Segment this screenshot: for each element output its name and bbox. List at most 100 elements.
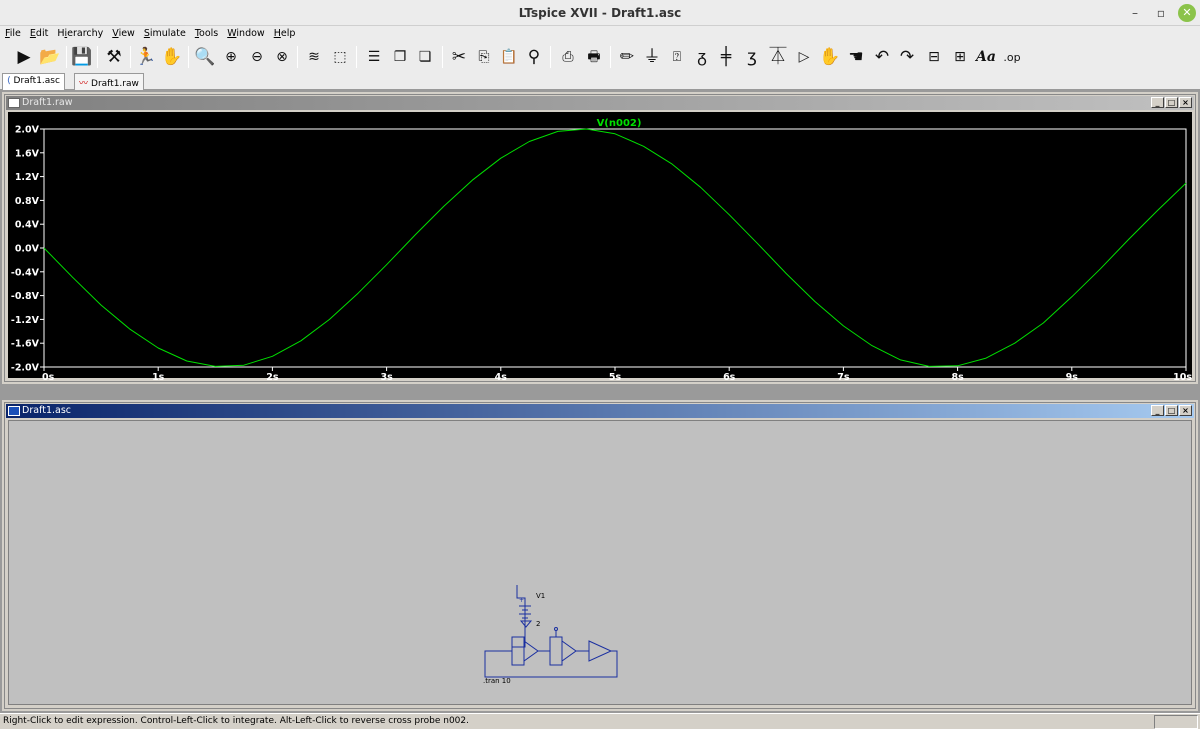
save-icon[interactable]: 💾 — [70, 45, 94, 69]
toolbar-separator — [130, 46, 131, 68]
inductor-icon[interactable]: ʒ — [740, 45, 764, 69]
ground-icon[interactable]: ⏚ — [640, 45, 664, 69]
x-tick-label: 6s — [723, 372, 736, 382]
wire[interactable] — [512, 621, 526, 648]
waveform-window-title: Draft1.raw — [22, 97, 73, 108]
component-icon[interactable]: ▷ — [792, 45, 816, 69]
menu-item-simulate[interactable]: Simulate — [139, 27, 190, 39]
status-panel — [1154, 715, 1198, 729]
schematic-canvas[interactable]: + V1 2 .tran 10 — [8, 420, 1192, 705]
maximize-button[interactable]: ▫ — [1152, 4, 1170, 22]
close-button[interactable]: × — [1179, 405, 1192, 416]
y-tick-label: -0.8V — [11, 291, 40, 302]
plot-frame — [43, 128, 1187, 368]
minimize-button[interactable]: – — [1126, 4, 1144, 22]
capacitor-icon[interactable]: ╪ — [714, 45, 738, 69]
schematic-window-titlebar[interactable]: Draft1.asc _ □ × — [6, 404, 1194, 418]
new-schematic-icon[interactable]: ▶ — [12, 45, 36, 69]
find-icon[interactable]: ⚲ — [522, 45, 546, 69]
print-preview-icon[interactable]: ⎙ — [556, 45, 580, 69]
tile-horizontal-icon[interactable]: ☰ — [362, 45, 386, 69]
tab-draft1-asc[interactable]: ⟨ Draft1.asc — [2, 73, 65, 90]
x-tick-label: 0s — [42, 372, 55, 382]
waveform-window-titlebar[interactable]: Draft1.raw _ □ × — [6, 96, 1194, 110]
draw-wire-icon[interactable]: ✏ — [615, 45, 639, 69]
feedback-wire[interactable] — [484, 650, 618, 678]
close-button[interactable]: × — [1179, 97, 1192, 108]
y-tick-label: 1.6V — [15, 148, 40, 159]
tran-directive[interactable]: .tran 10 — [483, 677, 511, 685]
menu-item-edit[interactable]: Edit — [25, 27, 52, 39]
status-bar: Right-Click to edit expression. Control-… — [0, 713, 1200, 729]
waveform-plot[interactable]: 2.0V 1.6V 1.2V 0.8V 0.4V 0.0V -0.4V -0.8V -1.2V -… — [8, 112, 1192, 382]
toolbar-separator — [188, 46, 189, 68]
close-button[interactable]: ✕ — [1178, 4, 1196, 22]
menu-item-view[interactable]: View — [107, 27, 139, 39]
inverter-buffer[interactable] — [588, 640, 613, 662]
resistor-icon[interactable]: ᵹ — [690, 45, 714, 69]
minimize-button[interactable]: _ — [1151, 405, 1164, 416]
rotate-icon[interactable]: ⊟ — [922, 45, 946, 69]
toolbar-separator — [66, 46, 67, 68]
menu-item-hierarchy[interactable]: Hierarchy — [52, 27, 107, 39]
menu-item-file[interactable]: File — [0, 27, 25, 39]
paste-icon[interactable]: 📋 — [497, 45, 521, 69]
schematic-icon: ⟨ — [7, 76, 11, 86]
integrator-block-1[interactable] — [511, 636, 525, 666]
toolbar-separator — [610, 46, 611, 68]
toolbar: ▶ 📂 💾 ⚒ 🏃 ✋ 🔍 ⊕ ⊖ ⊗ ≋ ⬚ ☰ ❐ ❏ ✂ ⎘ 📋 ⚲ ⎙ … — [0, 42, 1200, 72]
waveform-window[interactable]: Draft1.raw _ □ × 2.0V 1.6V 1.2V 0.8V 0.4V 0.0… — [2, 92, 1198, 384]
delete-plot-icon[interactable]: ⬚ — [328, 45, 352, 69]
status-message: Right-Click to edit expression. Control-… — [3, 716, 469, 726]
opamp-2[interactable] — [561, 640, 577, 662]
print-icon[interactable]: 🖶 — [582, 45, 606, 69]
minimize-button[interactable]: _ — [1151, 97, 1164, 108]
zoom-in-icon[interactable]: 🔍 — [193, 45, 217, 69]
cascade-windows-icon[interactable]: ❐ — [388, 45, 412, 69]
x-tick-label: 2s — [266, 372, 279, 382]
pan-icon[interactable]: ⊕ — [219, 45, 243, 69]
text-icon[interactable]: Aa — [974, 45, 998, 69]
move-icon[interactable]: ✋ — [818, 45, 842, 69]
zoom-out-icon[interactable]: ⊖ — [245, 45, 269, 69]
run-simulation-icon[interactable]: 🏃 — [134, 45, 158, 69]
close-windows-icon[interactable]: ❏ — [413, 45, 437, 69]
halt-simulation-icon[interactable]: ✋ — [160, 45, 184, 69]
tab-draft1-raw[interactable]: 〰 Draft1.raw — [74, 73, 144, 90]
restore-button[interactable]: □ — [1165, 405, 1178, 416]
schematic-window[interactable]: Draft1.asc _ □ × + V1 2 .tran 10 — [2, 400, 1198, 711]
restore-button[interactable]: □ — [1165, 97, 1178, 108]
copy-icon[interactable]: ⎘ — [472, 45, 496, 69]
zoom-fit-icon[interactable]: ⊗ — [270, 45, 294, 69]
menu-item-help[interactable]: Help — [269, 27, 300, 39]
diode-icon[interactable]: ⏄ — [766, 45, 790, 69]
schematic-window-title: Draft1.asc — [22, 405, 72, 416]
trace-label[interactable]: V(n002) — [597, 118, 642, 129]
control-panel-hammer-icon[interactable]: ⚒ — [102, 45, 126, 69]
waveform-chart[interactable]: 2.0V 1.6V 1.2V 0.8V 0.4V 0.0V -0.4V -0.8V -1.2V -… — [8, 112, 1192, 382]
mirror-icon[interactable]: ⊞ — [948, 45, 972, 69]
integrator-block-2[interactable] — [549, 636, 563, 666]
v1-label: V1 — [536, 592, 545, 600]
open-folder-icon[interactable]: 📂 — [38, 45, 62, 69]
window-title: LTspice XVII - Draft1.asc — [518, 6, 682, 20]
v1-value: 2 — [536, 620, 540, 628]
x-tick-label: 5s — [609, 372, 622, 382]
spice-directive-icon[interactable]: .op — [1000, 45, 1024, 69]
autorange-icon[interactable]: ≋ — [302, 45, 326, 69]
undo-icon[interactable]: ↶ — [870, 45, 894, 69]
ground-symbol[interactable] — [519, 620, 533, 628]
x-tick-label: 10s — [1173, 372, 1192, 382]
drag-icon[interactable]: ☚ — [844, 45, 868, 69]
label-net-icon[interactable]: ⍰ — [665, 45, 689, 69]
trace-line — [43, 128, 1187, 367]
cut-icon[interactable]: ✂ — [447, 45, 471, 69]
schematic-drawing[interactable]: + V1 2 .tran 10 — [9, 421, 1195, 709]
menu-item-window[interactable]: Window — [222, 27, 268, 39]
waveform-icon: 〰 — [79, 79, 89, 89]
junction — [554, 627, 558, 631]
redo-icon[interactable]: ↷ — [895, 45, 919, 69]
menu-item-tools[interactable]: Tools — [190, 27, 222, 39]
opamp-1[interactable] — [523, 640, 539, 662]
y-tick-label: -2.0V — [11, 363, 40, 374]
